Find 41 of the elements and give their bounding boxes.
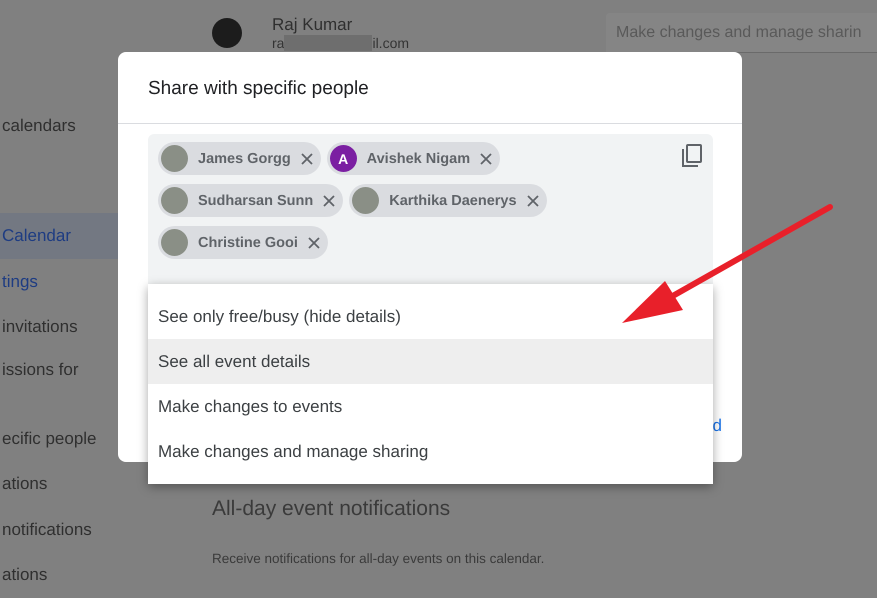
person-chip[interactable]: James Gorgg — [158, 142, 321, 175]
close-icon[interactable] — [308, 236, 320, 248]
person-chip[interactable]: Christine Gooi — [158, 226, 328, 259]
avatar-placeholder — [161, 145, 188, 172]
copy-icon[interactable] — [681, 144, 703, 168]
sidebar-item[interactable]: notifications — [0, 506, 200, 552]
chip-name: Karthika Daenerys — [389, 192, 517, 208]
person-chip[interactable]: A Avishek Nigam — [326, 142, 500, 175]
sidebar-item-label: ations — [2, 565, 48, 586]
close-icon[interactable] — [300, 152, 313, 164]
email-text: il.com — [372, 35, 410, 51]
send-button[interactable]: d — [712, 416, 722, 436]
avatar-placeholder — [161, 187, 188, 214]
person-chip[interactable]: Sudharsan Sunn — [158, 184, 344, 217]
sidebar-item-label: Calendar — [2, 226, 71, 246]
letter-avatar: A — [330, 145, 357, 172]
chip-name: James Gorgg — [198, 150, 291, 166]
section-description: Receive notifications for all-day events on this calendar. — [212, 551, 546, 566]
dialog-title: Share with specific people — [118, 52, 742, 124]
sidebar-item-label: ations — [2, 474, 48, 494]
sidebar-item[interactable]: ations — [0, 552, 200, 598]
sidebar-item-label: tings — [2, 272, 38, 292]
avatar-placeholder — [161, 229, 188, 256]
chip-name: Avishek Nigam — [366, 150, 470, 166]
close-icon[interactable] — [480, 152, 492, 164]
menu-option[interactable]: Make changes and manage sharing — [148, 429, 713, 474]
close-icon[interactable] — [323, 194, 336, 206]
menu-option[interactable]: Make changes to events — [148, 384, 713, 429]
chip-name: Sudharsan Sunn — [198, 192, 314, 208]
chip-name: Christine Gooi — [198, 234, 298, 250]
section-title: All-day event notifications — [212, 497, 452, 521]
menu-option[interactable]: See all event details — [148, 339, 713, 384]
close-icon[interactable] — [526, 194, 539, 206]
person-chip[interactable]: Karthika Daenerys — [349, 184, 547, 217]
avatar-placeholder — [212, 18, 242, 48]
menu-option[interactable]: See only free/busy (hide details) — [148, 294, 713, 339]
sidebar-item-label: calendars — [2, 116, 76, 136]
email-text: ra — [272, 35, 284, 51]
sidebar-item-label: notifications — [2, 520, 92, 540]
avatar-placeholder — [352, 187, 380, 214]
person-name: Raj Kumar — [272, 15, 354, 35]
